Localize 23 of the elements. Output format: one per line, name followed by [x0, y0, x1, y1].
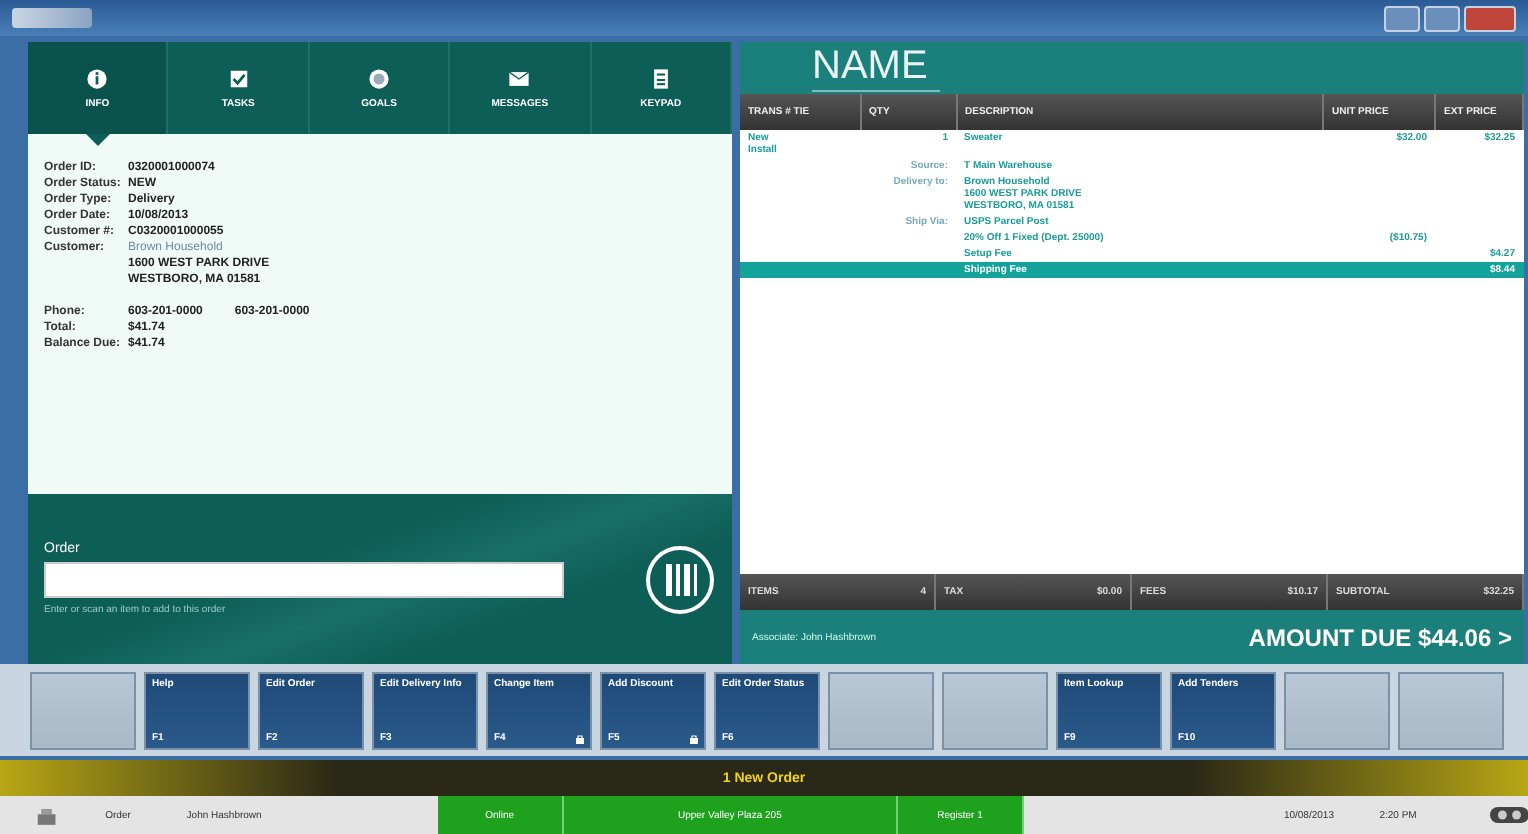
cash-register-icon	[36, 805, 58, 825]
amount-due-button[interactable]: AMOUNT DUE $44.06 >	[1248, 623, 1512, 651]
selection-pointer	[85, 134, 110, 146]
info-icon	[86, 67, 109, 89]
empty-function-key[interactable]	[1398, 672, 1504, 750]
maximize-button[interactable]	[1424, 5, 1460, 31]
empty-function-key[interactable]	[828, 672, 934, 750]
barcode-scan-button[interactable]	[644, 543, 716, 615]
toggle-icon[interactable]	[1489, 806, 1528, 824]
close-button[interactable]	[1464, 5, 1516, 31]
customer-name-heading: NAME	[812, 44, 940, 92]
app-icon	[12, 8, 92, 28]
target-icon	[368, 67, 391, 89]
lock-icon	[576, 734, 584, 744]
envelope-icon	[508, 67, 531, 89]
empty-function-key[interactable]	[1284, 672, 1390, 750]
list-icon	[649, 67, 672, 89]
minimize-button[interactable]	[1384, 5, 1420, 31]
empty-function-key[interactable]	[942, 672, 1048, 750]
order-input-field[interactable]	[44, 562, 564, 598]
empty-function-key[interactable]	[30, 672, 136, 750]
lock-icon	[690, 734, 698, 744]
checkbox-icon	[227, 67, 250, 89]
